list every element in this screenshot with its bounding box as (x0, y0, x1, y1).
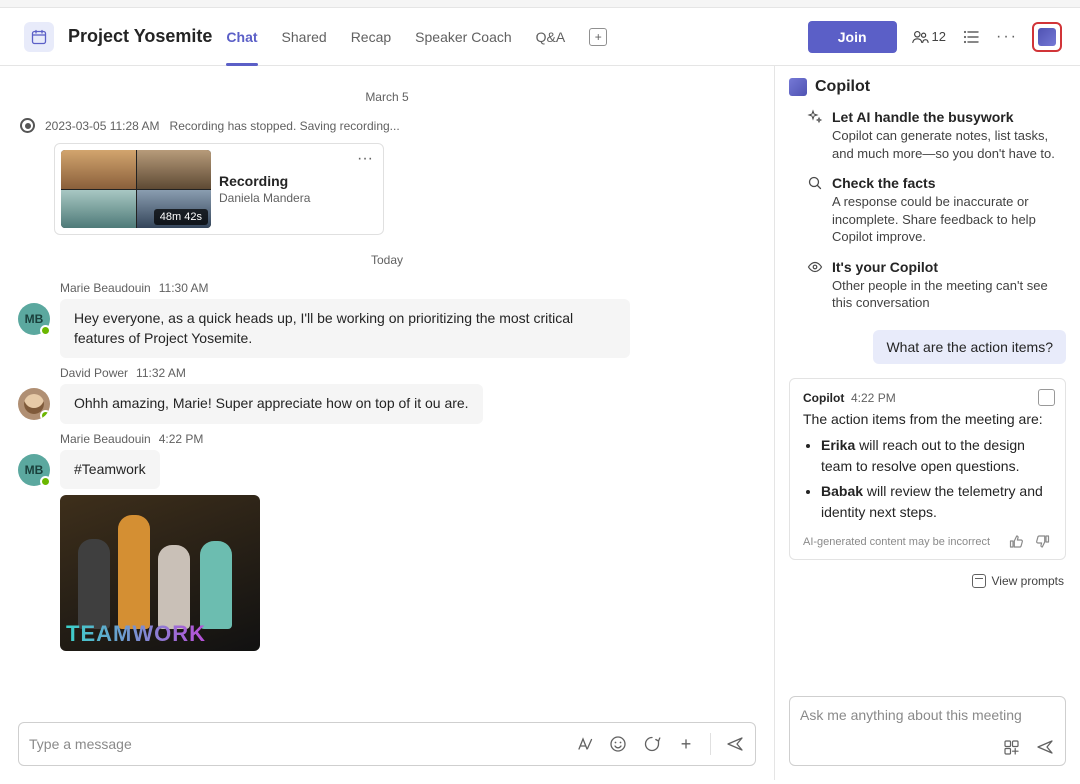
response-intro: The action items from the meeting are: (803, 411, 1052, 427)
suggestion-title: Check the facts (832, 175, 1066, 191)
presence-available-icon (40, 410, 50, 420)
date-divider: Today (18, 253, 756, 267)
compose-box[interactable]: + (18, 722, 756, 766)
people-icon (911, 28, 929, 46)
suggestion-title: Let AI handle the busywork (832, 109, 1066, 125)
msg-author: Marie Beaudouin (60, 281, 151, 295)
add-tab-button[interactable]: + (589, 28, 607, 46)
msg-text: Hey everyone, as a quick heads up, I'll … (60, 299, 630, 358)
copilot-icon (1038, 28, 1056, 46)
copilot-compose[interactable] (789, 696, 1066, 766)
copilot-input[interactable] (800, 707, 1055, 723)
thumbs-up-button[interactable] (1008, 533, 1026, 551)
participant-count: 12 (932, 29, 946, 44)
suggestion-desc: A response could be inaccurate or incomp… (832, 193, 1066, 246)
tab-speaker-coach[interactable]: Speaker Coach (415, 8, 512, 65)
sparkle-icon (807, 109, 823, 125)
event-time: 2023-03-05 11:28 AM (45, 119, 160, 133)
msg-text: Ohhh amazing, Marie! Super appreciate ho… (60, 384, 483, 424)
send-button[interactable] (725, 734, 745, 754)
header: Project Yosemite Chat Shared Recap Speak… (0, 8, 1080, 66)
chat-message: MB Marie Beaudouin 4:22 PM #Teamwork TEAM… (18, 432, 756, 652)
copilot-send-button[interactable] (1035, 737, 1055, 757)
tab-shared[interactable]: Shared (282, 8, 327, 65)
avatar[interactable]: MB (18, 303, 50, 335)
loop-icon[interactable] (642, 734, 662, 754)
action-items-list: Erika will reach out to the design team … (803, 435, 1052, 523)
more-button[interactable]: ··· (996, 28, 1018, 46)
suggestion-desc: Copilot can generate notes, list tasks, … (832, 127, 1066, 162)
join-button[interactable]: Join (808, 21, 897, 53)
prompt-grid-icon[interactable] (1001, 737, 1021, 757)
attach-icon[interactable]: + (676, 734, 696, 754)
chat-message: David Power 11:32 AM Ohhh amazing, Marie!… (18, 366, 756, 424)
response-meta: Copilot 4:22 PM (803, 391, 1052, 405)
copilot-response-card: Copilot 4:22 PM The action items from th… (789, 378, 1066, 560)
recording-more-button[interactable]: ··· (357, 150, 373, 168)
recording-duration: 48m 42s (154, 209, 208, 225)
chat-pane: March 5 2023-03-05 11:28 AM Recording ha… (0, 66, 775, 780)
msg-time: 11:30 AM (159, 281, 209, 295)
emoji-icon[interactable] (608, 734, 628, 754)
msg-author: David Power (60, 366, 128, 380)
recording-card[interactable]: 48m 42s Recording Daniela Mandera ··· (54, 143, 384, 235)
msg-author: Marie Beaudouin (60, 432, 151, 446)
copilot-panel: Copilot Let AI handle the busywork Copilo… (775, 66, 1080, 780)
copilot-suggestion: Check the facts A response could be inacc… (807, 175, 1066, 246)
chat-message: MB Marie Beaudouin 11:30 AM Hey everyone,… (18, 281, 756, 358)
recording-author: Daniela Mandera (219, 191, 310, 205)
event-text: Recording has stopped. Saving recording.… (170, 119, 400, 133)
suggestion-title: It's your Copilot (832, 259, 1066, 275)
recording-stopped-event: 2023-03-05 11:28 AM Recording has stoppe… (20, 118, 756, 133)
participants-button[interactable]: 12 (911, 28, 946, 46)
copilot-toggle-button[interactable] (1032, 22, 1062, 52)
copilot-header: Copilot (789, 78, 1066, 96)
view-prompts-button[interactable]: View prompts (972, 574, 1064, 588)
presence-available-icon (40, 325, 51, 336)
avatar[interactable] (18, 388, 50, 420)
msg-time: 11:32 AM (136, 366, 186, 380)
prompts-icon (972, 574, 986, 588)
tabs: Chat Shared Recap Speaker Coach Q&A + (226, 8, 607, 65)
user-query-bubble: What are the action items? (873, 330, 1066, 364)
copilot-icon (789, 78, 807, 96)
eye-icon (807, 259, 823, 275)
copy-button[interactable] (1038, 389, 1055, 406)
page-title: Project Yosemite (68, 26, 212, 47)
suggestion-desc: Other people in the meeting can't see th… (832, 277, 1066, 312)
calendar-icon[interactable] (24, 22, 54, 52)
ai-disclaimer: AI-generated content may be incorrect (803, 536, 990, 548)
copilot-suggestion: Let AI handle the busywork Copilot can ge… (807, 109, 1066, 162)
date-divider: March 5 (18, 90, 756, 104)
action-item: Babak will review the telemetry and iden… (821, 481, 1052, 523)
avatar[interactable]: MB (18, 454, 50, 486)
tab-qa[interactable]: Q&A (536, 8, 566, 65)
action-item: Erika will reach out to the design team … (821, 435, 1052, 477)
tab-chat[interactable]: Chat (226, 8, 257, 65)
format-icon[interactable] (574, 734, 594, 754)
tab-recap[interactable]: Recap (351, 8, 391, 65)
recording-title: Recording (219, 173, 310, 189)
list-icon[interactable] (960, 26, 982, 48)
copilot-suggestion: It's your Copilot Other people in the mee… (807, 259, 1066, 312)
msg-text: #Teamwork (60, 450, 160, 490)
msg-time: 4:22 PM (159, 432, 204, 446)
gif-attachment[interactable]: TEAMWORK (60, 495, 260, 651)
recording-thumbnail: 48m 42s (61, 150, 211, 228)
presence-available-icon (40, 476, 51, 487)
gif-caption: TEAMWORK (66, 621, 206, 647)
copilot-title: Copilot (815, 78, 870, 96)
record-icon (20, 118, 35, 133)
message-input[interactable] (29, 736, 560, 752)
magnifier-icon (807, 175, 823, 191)
thumbs-down-button[interactable] (1034, 533, 1052, 551)
